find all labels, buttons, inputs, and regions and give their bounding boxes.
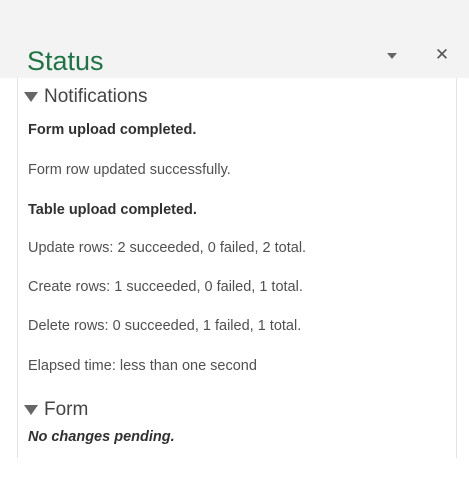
notification-line: Update rows: 2 succeeded, 0 failed, 2 to… [28,240,307,256]
status-task-pane: Status ✕ Notifications Form upload compl… [0,0,469,478]
notification-line: Form row updated successfully. [28,162,231,178]
bottom-area [0,458,469,478]
notification-line: Form upload completed. [28,122,197,138]
notification-line: Table upload completed. [28,202,197,218]
caret-down-icon [387,53,397,59]
form-heading: Form [44,399,89,420]
form-section-header[interactable]: Form [24,399,88,421]
pane-options-button[interactable] [379,43,405,69]
collapse-triangle-icon [24,405,38,415]
notifications-section-header[interactable]: Notifications [24,86,148,108]
top-margin [0,0,469,28]
notifications-heading: Notifications [44,86,148,107]
close-button[interactable]: ✕ [428,41,456,69]
collapse-triangle-icon [24,92,38,102]
notification-line: Delete rows: 0 succeeded, 1 failed, 1 to… [28,318,302,334]
close-icon: ✕ [434,45,450,65]
notification-line: Elapsed time: less than one second [28,358,257,374]
status-content: Notifications Form upload completed. For… [17,78,457,458]
notification-line: Create rows: 1 succeeded, 0 failed, 1 to… [28,279,303,295]
form-status-message: No changes pending. [28,429,175,445]
pane-header: Status ✕ [0,28,469,78]
pane-title: Status [27,46,104,76]
